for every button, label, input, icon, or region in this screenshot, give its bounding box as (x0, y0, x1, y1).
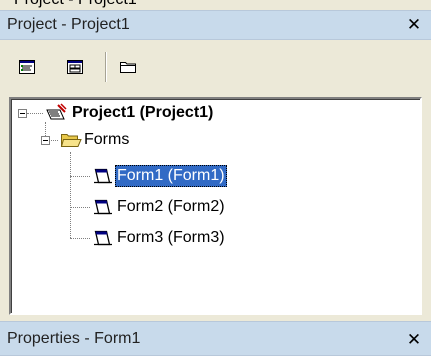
project-icon (46, 103, 67, 120)
tree-connector (70, 152, 71, 238)
tree-connector (49, 140, 58, 141)
form-icon (94, 168, 112, 184)
folder-open-icon (60, 134, 82, 147)
form-icon (94, 199, 112, 215)
project-tree-viewport: Project1 (Project1) Forms Form1 (Form1) … (11, 99, 420, 313)
view-code-icon (19, 60, 35, 74)
project-expander[interactable] (18, 109, 27, 118)
tree-node-form1[interactable]: Form1 (Form1) (115, 165, 227, 187)
view-object-icon (67, 60, 83, 74)
toolbar-separator (105, 52, 107, 82)
forms-expander[interactable] (41, 136, 50, 145)
tree-connector (70, 207, 90, 208)
tree-connector (27, 113, 43, 114)
toggle-folders-button[interactable] (116, 55, 140, 79)
view-code-button[interactable] (15, 55, 39, 79)
top-cutoff-text: Project - Project1 (14, 0, 137, 9)
project-tree[interactable]: Project1 (Project1) Forms Form1 (Form1) … (9, 97, 422, 315)
folder-icon (120, 62, 136, 73)
tree-connector (70, 176, 90, 177)
project-toolbar (0, 40, 431, 95)
view-object-button[interactable] (63, 55, 87, 79)
properties-panel-close-button[interactable]: ✕ (404, 330, 424, 350)
tree-connector (70, 238, 90, 239)
tree-node-form3[interactable]: Form3 (Form3) (115, 227, 227, 249)
tree-node-form2[interactable]: Form2 (Form2) (115, 196, 227, 218)
properties-panel-title-bar[interactable]: Properties - Form1 ✕ (0, 321, 431, 356)
properties-panel-title: Properties - Form1 (7, 330, 141, 347)
tree-node-forms-folder[interactable]: Forms (82, 129, 131, 151)
form-icon (94, 230, 112, 246)
project-panel-close-button[interactable]: ✕ (404, 15, 424, 35)
tree-node-project[interactable]: Project1 (Project1) (70, 102, 215, 124)
top-cutoff-strip: Project - Project1 (0, 0, 431, 10)
project-panel-title: Project - Project1 (7, 16, 130, 33)
project-panel-title-bar[interactable]: Project - Project1 ✕ (0, 10, 431, 40)
